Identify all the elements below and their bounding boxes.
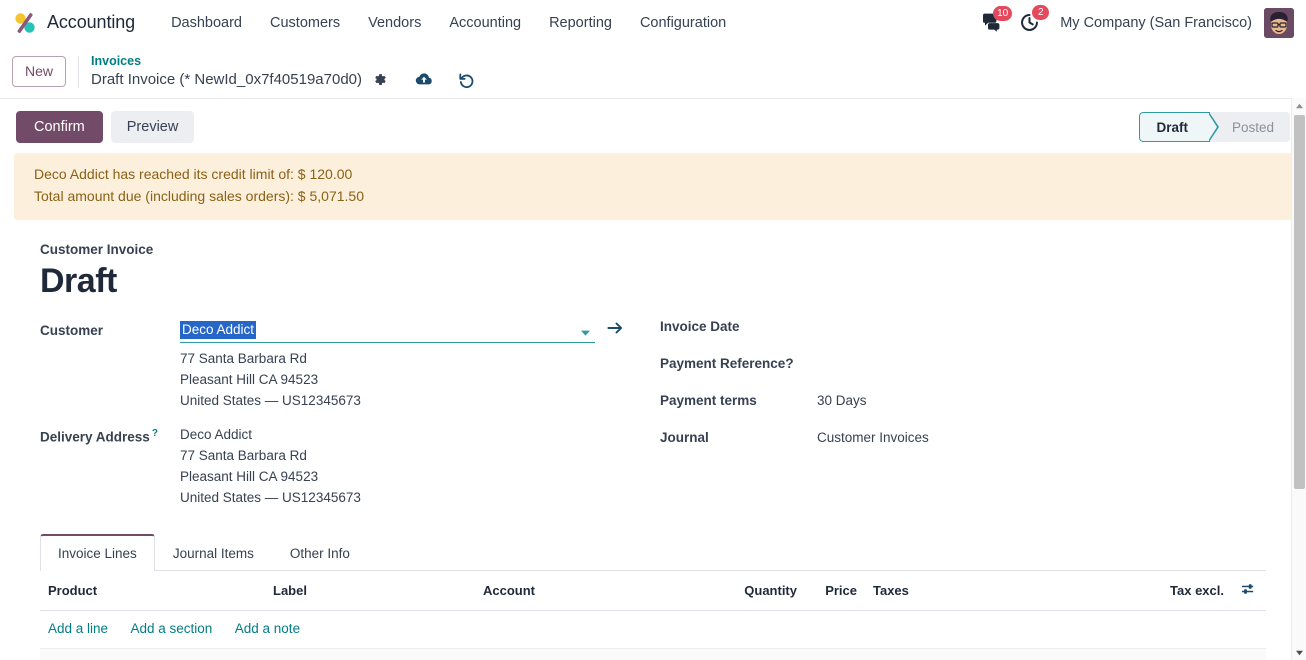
column-header-product[interactable]: Product <box>40 570 265 611</box>
cloud-upload-save-icon[interactable] <box>413 71 435 88</box>
table-header-row: Product Label Account Quantity Price Tax… <box>40 570 1266 611</box>
customer-input[interactable]: Deco Addict <box>180 319 595 343</box>
notebook-tab-list: Invoice Lines Journal Items Other Info <box>40 533 1266 571</box>
form-action-buttons: Confirm Preview <box>16 111 195 143</box>
form-view-content: Confirm Preview Draft Posted Deco Addict… <box>0 98 1306 660</box>
tooltip-question-icon[interactable]: ? <box>152 428 158 439</box>
invoice-notebook: Invoice Lines Journal Items Other Info P… <box>40 533 1266 660</box>
messages-count-badge: 10 <box>993 6 1013 21</box>
control-panel-breadcrumb: New Invoices Draft Invoice (* NewId_0x7f… <box>0 45 1306 98</box>
add-a-section-link[interactable]: Add a section <box>131 621 213 636</box>
customer-address-line: United States — US12345673 <box>180 392 361 408</box>
discard-undo-icon[interactable] <box>456 71 477 89</box>
column-header-label[interactable]: Label <box>265 570 475 611</box>
vertical-scrollbar[interactable] <box>1291 98 1306 660</box>
form-left-column: Customer Deco Addict 77 Santa Barbara Rd… <box>40 319 660 511</box>
credit-limit-warning-alert: Deco Addict has reached its credit limit… <box>14 153 1292 221</box>
arrow-right-internal-link-icon[interactable] <box>607 319 624 335</box>
confirm-button[interactable]: Confirm <box>16 111 103 143</box>
field-payment-terms: Payment terms 30 Days <box>660 393 1266 430</box>
field-payment-reference: Payment Reference? <box>660 356 1266 393</box>
menu-item-customers[interactable]: Customers <box>256 9 354 37</box>
payment-reference-label-text: Payment Reference <box>660 355 786 371</box>
alert-line-total-due: Total amount due (including sales orders… <box>34 187 364 204</box>
customer-address-block: 77 Santa Barbara Rd Pleasant Hill CA 945… <box>40 348 660 411</box>
menu-item-configuration[interactable]: Configuration <box>626 9 740 37</box>
field-delivery-address: Delivery Address? Deco Addict 77 Santa B… <box>40 424 660 508</box>
tab-other-info[interactable]: Other Info <box>272 534 368 571</box>
tab-journal-items[interactable]: Journal Items <box>155 534 272 571</box>
column-header-account[interactable]: Account <box>475 570 700 611</box>
field-customer: Customer Deco Addict <box>40 319 660 345</box>
main-menu: Dashboard Customers Vendors Accounting R… <box>157 9 740 37</box>
delivery-address-line: United States — US12345673 <box>180 489 361 505</box>
status-stage-posted[interactable]: Posted <box>1210 112 1290 142</box>
column-header-taxes[interactable]: Taxes <box>865 570 1142 611</box>
field-label-payment-terms: Payment terms <box>660 392 757 408</box>
form-statusbar: Confirm Preview Draft Posted <box>0 99 1306 153</box>
add-line-row: Add a line Add a section Add a note <box>40 610 1266 649</box>
breadcrumb: Invoices Draft Invoice (* NewId_0x7f4051… <box>91 53 477 90</box>
add-a-note-link[interactable]: Add a note <box>235 621 300 636</box>
top-navbar: Accounting Dashboard Customers Vendors A… <box>0 0 1306 45</box>
tab-invoice-lines[interactable]: Invoice Lines <box>40 533 155 571</box>
table-bottom-filler <box>40 648 1266 660</box>
delivery-address-line: Deco Addict <box>180 426 253 442</box>
scroll-up-arrow-icon[interactable] <box>1292 98 1306 113</box>
app-name: Accounting <box>47 12 136 32</box>
menu-item-vendors[interactable]: Vendors <box>354 9 435 37</box>
brand-home-link[interactable]: Accounting <box>12 10 135 36</box>
customer-address-line: 77 Santa Barbara Rd <box>180 350 307 366</box>
navbar-systray: 10 2 My Company (San Francisco) <box>974 0 1294 45</box>
new-record-button[interactable]: New <box>12 56 67 87</box>
column-header-price[interactable]: Price <box>805 570 865 611</box>
breadcrumb-divider <box>78 55 80 88</box>
add-a-line-link[interactable]: Add a line <box>48 621 108 636</box>
page-title: Draft <box>40 262 117 301</box>
column-header-tax-excl[interactable]: Tax excl. <box>1142 570 1232 611</box>
form-subtitle: Customer Invoice <box>40 242 154 258</box>
preview-button[interactable]: Preview <box>110 111 195 143</box>
sliders-options-icon[interactable] <box>1232 570 1266 611</box>
field-label-journal: Journal <box>660 429 709 445</box>
breadcrumb-parent-invoices[interactable]: Invoices <box>91 53 477 70</box>
field-label-invoice-date: Invoice Date <box>660 318 740 334</box>
column-header-quantity[interactable]: Quantity <box>700 570 805 611</box>
delivery-address-line: 77 Santa Barbara Rd <box>180 447 307 463</box>
delivery-address-value: Deco Addict 77 Santa Barbara Rd Pleasant… <box>180 424 660 508</box>
status-stage-draft[interactable]: Draft <box>1139 112 1219 142</box>
status-pipeline: Draft Posted <box>1139 112 1290 142</box>
menu-item-dashboard[interactable]: Dashboard <box>157 9 256 37</box>
alert-line-credit-limit: Deco Addict has reached its credit limit… <box>34 166 353 182</box>
field-label-delivery-address: Delivery Address? <box>40 424 180 445</box>
journal-value[interactable]: Customer Invoices <box>817 430 929 445</box>
field-label-payment-reference: Payment Reference? <box>660 356 817 371</box>
activities-count-badge: 2 <box>1032 5 1050 20</box>
gear-icon[interactable] <box>370 71 389 88</box>
scrollbar-thumb[interactable] <box>1294 115 1305 489</box>
payment-terms-value[interactable]: 30 Days <box>817 393 867 408</box>
scroll-down-arrow-icon[interactable] <box>1292 645 1306 660</box>
odoo-logo-icon <box>12 10 38 36</box>
menu-item-reporting[interactable]: Reporting <box>535 9 626 37</box>
menu-item-accounting[interactable]: Accounting <box>435 9 535 37</box>
delivery-address-label-text: Delivery Address <box>40 429 150 445</box>
user-avatar[interactable] <box>1264 7 1294 38</box>
field-invoice-date: Invoice Date <box>660 319 1266 356</box>
customer-input-value: Deco Addict <box>180 320 257 339</box>
invoice-form-sheet: Customer Invoice Draft Customer Deco Add… <box>0 220 1306 660</box>
invoice-lines-table: Product Label Account Quantity Price Tax… <box>40 570 1266 649</box>
customer-address-line: Pleasant Hill CA 94523 <box>180 371 319 387</box>
form-right-column: Invoice Date Payment Reference? Payment … <box>660 319 1266 511</box>
tooltip-question-icon[interactable]: ? <box>785 356 793 371</box>
messages-button[interactable]: 10 <box>974 6 1013 36</box>
breadcrumb-current-record: Draft Invoice (* NewId_0x7f40519a70d0) <box>91 70 363 88</box>
delivery-address-line: Pleasant Hill CA 94523 <box>180 468 319 484</box>
field-journal: Journal Customer Invoices <box>660 430 1266 467</box>
activities-button[interactable]: 2 <box>1011 5 1050 37</box>
company-switcher[interactable]: My Company (San Francisco) <box>1048 15 1264 31</box>
field-label-customer: Customer <box>40 322 104 338</box>
